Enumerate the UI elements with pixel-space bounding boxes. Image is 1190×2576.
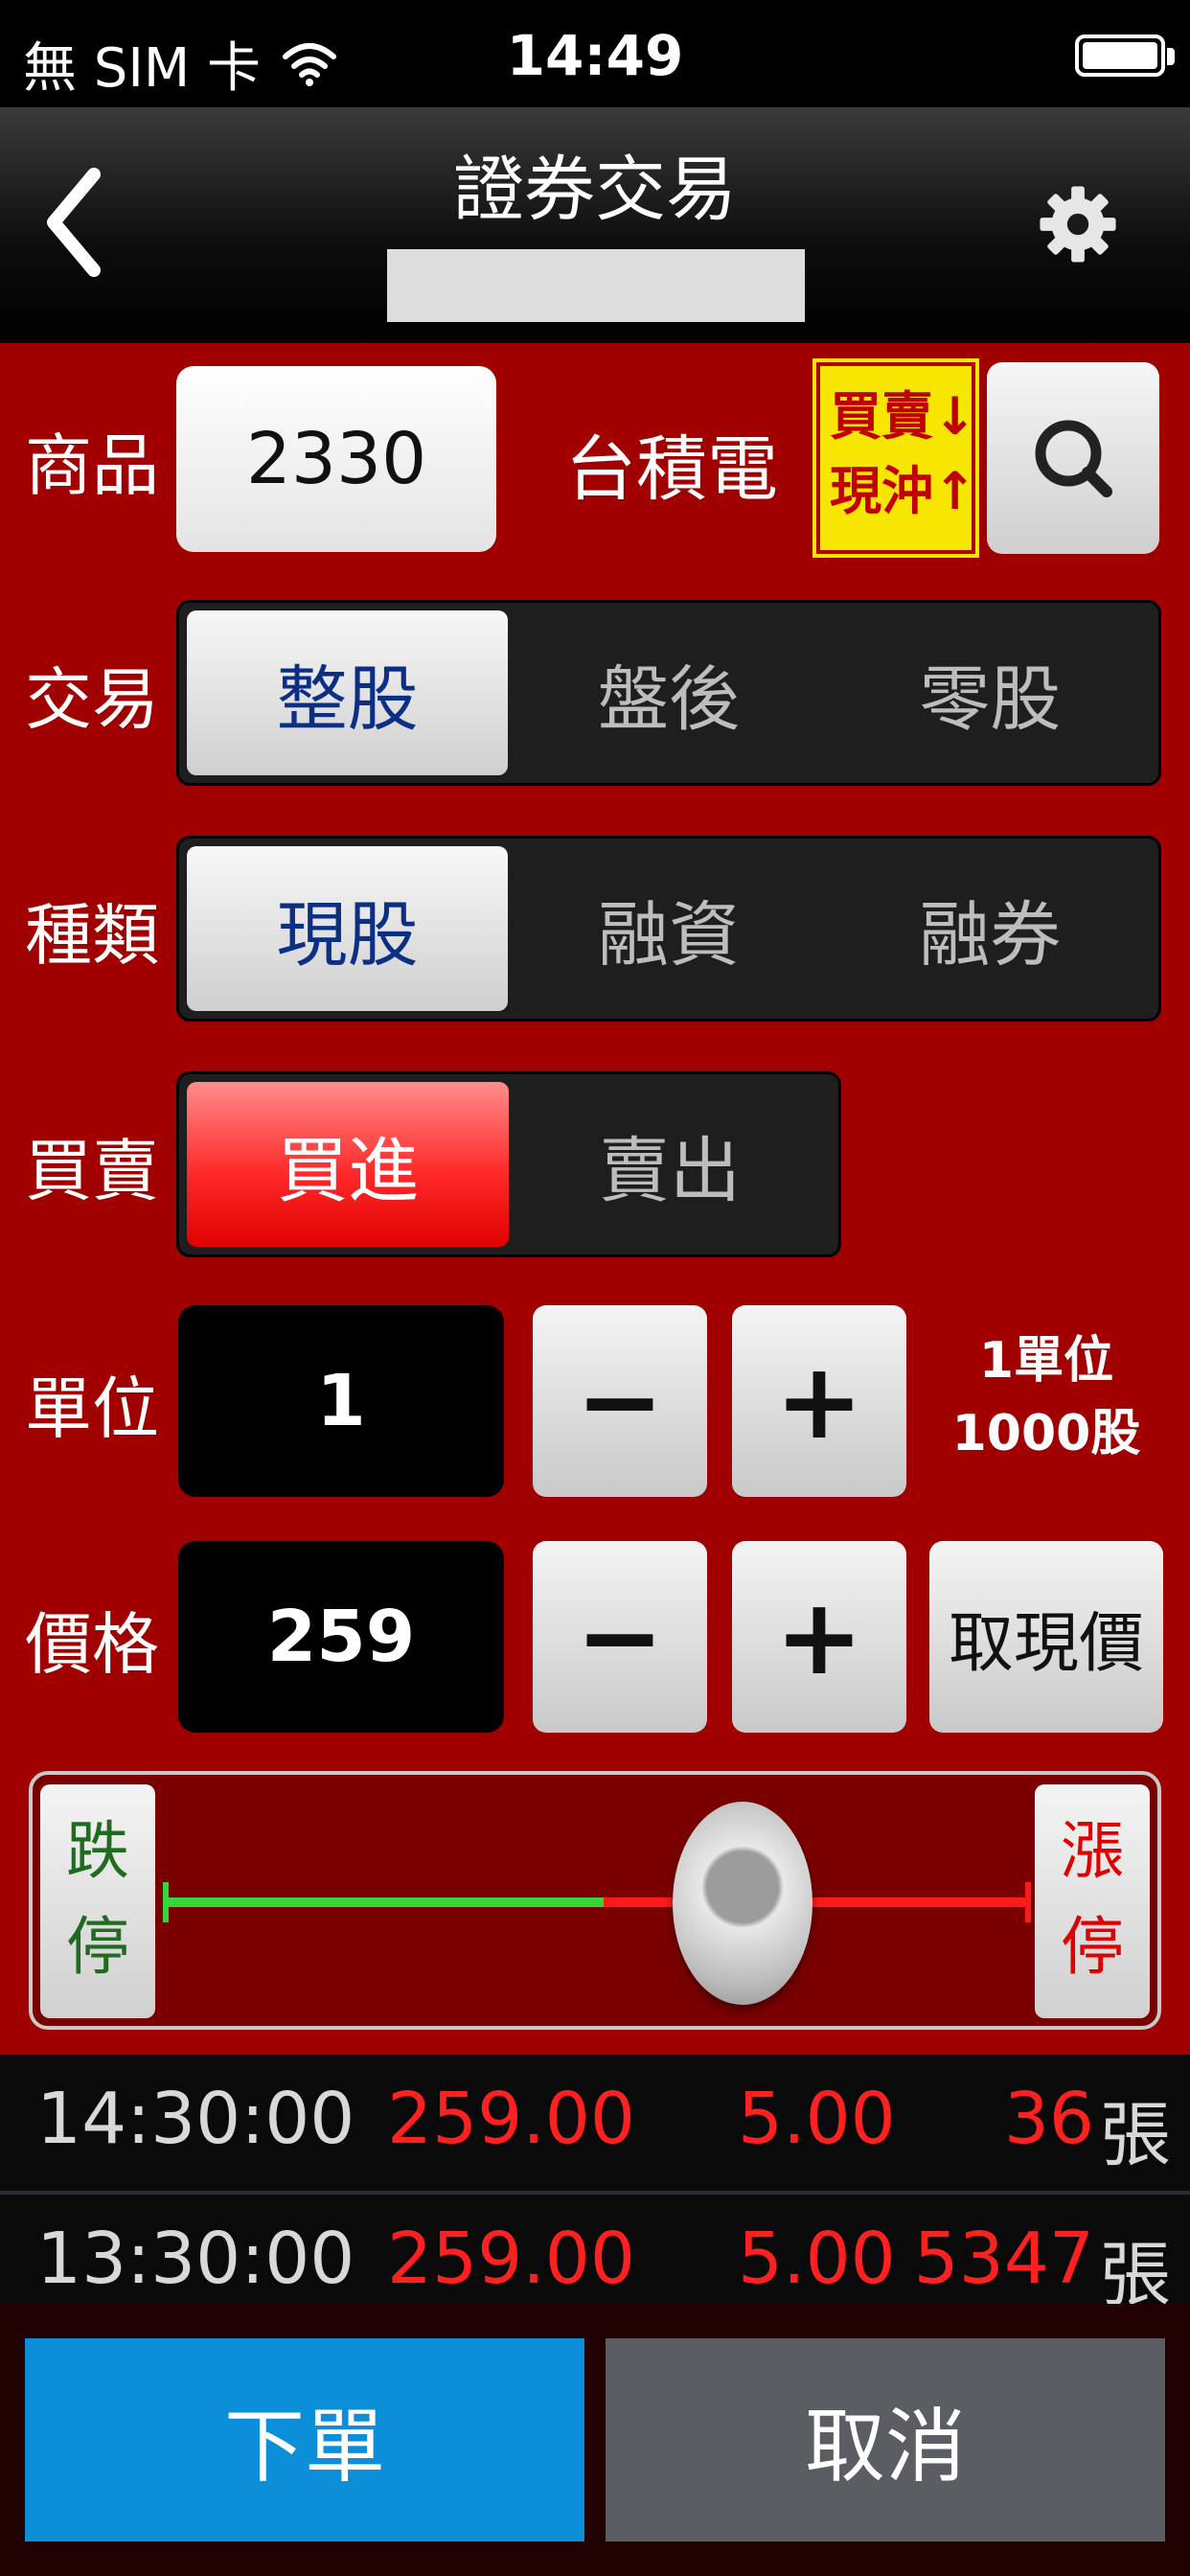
trade-option-odd-lot[interactable]: 零股 <box>830 610 1151 775</box>
tick-price: 259.00 <box>387 2218 635 2300</box>
tick-change: 5.00 <box>738 2218 896 2300</box>
unit-quantity-input[interactable]: 1 <box>178 1305 504 1497</box>
side-option-sell[interactable]: 賣出 <box>509 1082 831 1247</box>
unit-label: 單位 <box>25 1369 159 1448</box>
status-time: 14:49 <box>506 23 684 88</box>
tick-list: 14:30:00 259.00 5.00 36 張 13:30:00 259.0… <box>0 2055 1190 2316</box>
limit-up-char2: 停 <box>1061 1910 1124 1984</box>
type-option-cash[interactable]: 現股 <box>187 846 509 1011</box>
trade-label: 交易 <box>25 660 159 739</box>
trade-segmented-control: 整股 盤後 零股 <box>176 600 1161 786</box>
get-current-price-button[interactable]: 取現價 <box>929 1541 1163 1733</box>
limit-up-char1: 漲 <box>1061 1814 1124 1888</box>
side-segmented-control: 買進 賣出 <box>176 1071 841 1257</box>
side-option-buy[interactable]: 買進 <box>187 1082 509 1247</box>
tick-time: 13:30:00 <box>36 2218 355 2300</box>
unit-note: 1單位 1000股 <box>939 1324 1154 1470</box>
slider-track-low <box>167 1898 604 1907</box>
unit-note-line2: 1000股 <box>951 1405 1141 1462</box>
price-increment-button[interactable]: + <box>732 1541 906 1733</box>
nav-bar: 證券交易 <box>0 107 1190 343</box>
tick-row: 13:30:00 259.00 5.00 5347 張 <box>0 2195 1190 2319</box>
page-title: 證券交易 <box>453 149 737 231</box>
slider-track-high <box>604 1898 1029 1907</box>
tick-time: 14:30:00 <box>36 2078 355 2160</box>
battery-icon <box>1075 34 1175 77</box>
account-name-redacted <box>387 249 805 322</box>
price-decrement-button[interactable]: − <box>533 1541 707 1733</box>
type-option-margin[interactable]: 融資 <box>508 846 829 1011</box>
trade-option-board-lot[interactable]: 整股 <box>187 610 509 775</box>
unit-increment-button[interactable]: + <box>732 1305 906 1497</box>
tick-volume: 5347 <box>913 2218 1094 2300</box>
daytrade-toggle-button[interactable]: 買賣↓ 現沖↑ <box>812 358 979 558</box>
limit-down-char2: 停 <box>66 1910 129 1984</box>
gear-icon[interactable] <box>1037 176 1119 272</box>
limit-down-button[interactable]: 跌 停 <box>40 1784 155 2018</box>
price-input[interactable]: 259 <box>178 1541 504 1733</box>
tick-row: 14:30:00 259.00 5.00 36 張 <box>0 2055 1190 2179</box>
slider-max-tick <box>1025 1882 1031 1922</box>
place-order-button[interactable]: 下單 <box>25 2338 584 2542</box>
product-label: 商品 <box>25 426 159 505</box>
daytrade-line1: 買賣↓ <box>830 386 977 447</box>
limit-down-char1: 跌 <box>66 1814 129 1888</box>
status-bar: 無 SIM 卡 14:49 <box>0 0 1190 107</box>
tick-price: 259.00 <box>387 2078 635 2160</box>
order-form: 商品 2330 台積電 買賣↓ 現沖↑ 交易 整股 盤後 零股 種類 現股 融資… <box>0 343 1190 2055</box>
product-name: 台積電 <box>565 428 778 511</box>
type-segmented-control: 現股 融資 融券 <box>176 836 1161 1022</box>
search-button[interactable] <box>987 362 1159 554</box>
trade-option-after-hours[interactable]: 盤後 <box>508 610 829 775</box>
cancel-button[interactable]: 取消 <box>606 2338 1165 2542</box>
product-code-input[interactable]: 2330 <box>176 366 496 552</box>
type-option-short[interactable]: 融券 <box>830 846 1151 1011</box>
unit-decrement-button[interactable]: − <box>533 1305 707 1497</box>
tick-volume: 36 <box>1003 2078 1094 2160</box>
daytrade-line2: 現沖↑ <box>830 461 977 521</box>
price-label: 價格 <box>25 1605 159 1684</box>
slider-thumb[interactable] <box>673 1802 812 2005</box>
action-bar: 下單 取消 <box>0 2304 1190 2576</box>
tick-change: 5.00 <box>738 2078 896 2160</box>
price-range-slider: 跌 停 漲 停 <box>29 1771 1161 2030</box>
unit-note-line1: 1單位 <box>978 1332 1114 1390</box>
side-label: 買賣 <box>25 1132 159 1210</box>
limit-up-button[interactable]: 漲 停 <box>1035 1784 1150 2018</box>
search-icon <box>1035 420 1112 497</box>
tick-unit: 張 <box>1100 2094 1171 2176</box>
type-label: 種類 <box>25 896 159 975</box>
